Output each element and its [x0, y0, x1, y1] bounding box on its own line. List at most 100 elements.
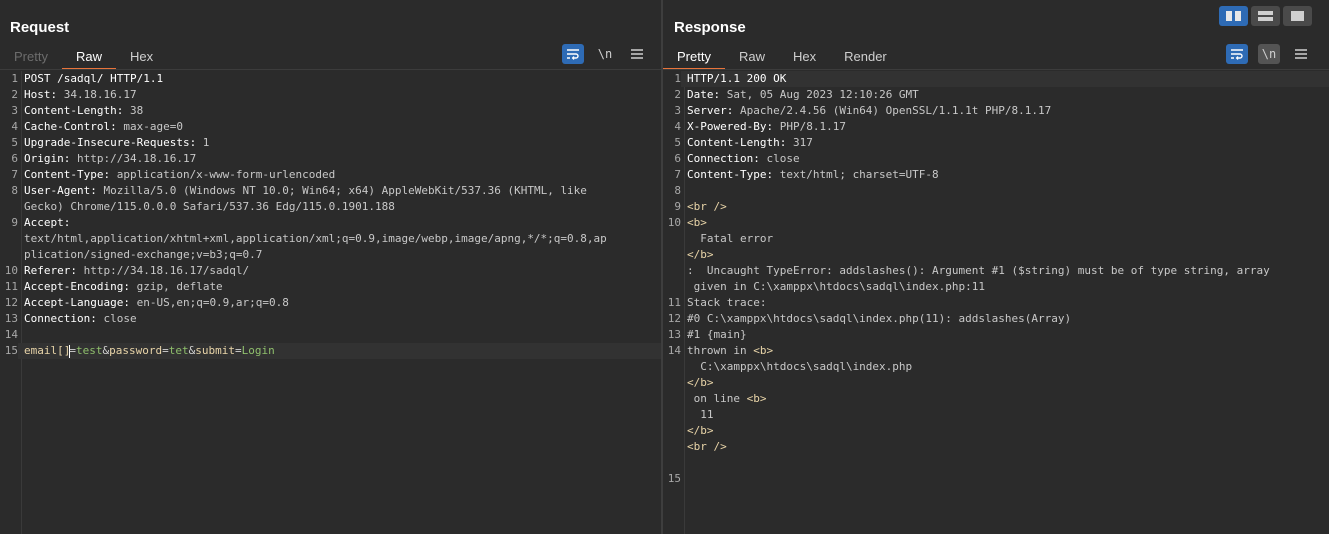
- line-text: : Uncaught TypeError: addslashes(): Argu…: [681, 263, 1329, 279]
- token: User-Agent:: [24, 184, 97, 197]
- token: given in C:\xamppx\htdocs\sadql\index.ph…: [687, 280, 986, 293]
- response-tabs: Pretty Raw Hex Render: [663, 44, 901, 70]
- line-text: Cache-Control: max-age=0: [18, 119, 661, 135]
- response-tab-divider: [663, 69, 1329, 70]
- line-text: HTTP/1.1 200 OK: [681, 71, 1329, 87]
- request-tab-hex[interactable]: Hex: [116, 44, 167, 70]
- wrap-lines-icon: [567, 49, 579, 60]
- code-line: 4 Cache-Control: max-age=0: [0, 119, 661, 135]
- line-number: [663, 231, 681, 247]
- response-tab-raw[interactable]: Raw: [725, 44, 779, 70]
- line-text: <br />: [681, 439, 1329, 455]
- line-text: on line <b>: [681, 391, 1329, 407]
- response-tab-render[interactable]: Render: [830, 44, 901, 70]
- line-text: Accept-Language: en-US,en;q=0.9,ar;q=0.8: [18, 295, 661, 311]
- code-line: 8: [663, 183, 1329, 199]
- token: close: [759, 152, 800, 165]
- line-text: X-Powered-By: PHP/8.1.17: [681, 119, 1329, 135]
- line-text: Upgrade-Insecure-Requests: 1: [18, 135, 661, 151]
- line-number: [0, 231, 18, 247]
- token: Upgrade-Insecure-Requests:: [24, 136, 197, 149]
- token: Apache/2.4.56 (Win64) OpenSSL/1.1.1t PHP…: [733, 104, 1052, 117]
- code-line: 10 <b>: [663, 215, 1329, 231]
- line-number: 1: [11, 72, 18, 85]
- request-menu-button[interactable]: [626, 44, 648, 64]
- response-editor[interactable]: 1 HTTP/1.1 200 OK 2 Date: Sat, 05 Aug 2023 …: [663, 71, 1329, 534]
- response-tab-hex[interactable]: Hex: [779, 44, 830, 70]
- line-text: plication/signed-exchange;v=b3;q=0.7: [18, 247, 661, 263]
- line-text: <br />: [681, 199, 1329, 215]
- request-tab-raw[interactable]: Raw: [61, 44, 116, 70]
- token: Content-Length:: [687, 136, 787, 149]
- token: Accept-Language:: [24, 296, 130, 309]
- code-line: 4 X-Powered-By: PHP/8.1.17: [663, 119, 1329, 135]
- line-number: 12: [4, 296, 18, 309]
- token: email[]: [24, 344, 71, 357]
- token: close: [96, 312, 137, 325]
- line-number: [663, 439, 681, 455]
- token: C:\xamppx\htdocs\sadql\index.php: [687, 360, 913, 373]
- layout-single-button[interactable]: [1283, 6, 1312, 26]
- line-number: 5: [674, 136, 681, 149]
- line-number: 12: [667, 312, 681, 325]
- token: </b>: [687, 248, 714, 261]
- token: Fatal error: [687, 232, 774, 245]
- token: Content-Type:: [24, 168, 111, 181]
- token: Server:: [687, 104, 734, 117]
- code-line: 3 Content-Length: 38: [0, 103, 661, 119]
- request-newline-button[interactable]: \n: [594, 44, 616, 64]
- response-wrap-lines-button[interactable]: [1226, 44, 1248, 64]
- token: http://34.18.16.17/sadql/: [76, 264, 250, 277]
- token: text/html,application/xhtml+xml,applicat…: [24, 232, 607, 245]
- line-number: [0, 247, 18, 263]
- menu-icon: [1295, 49, 1307, 59]
- line-text: Connection: close: [681, 151, 1329, 167]
- menu-icon: [631, 49, 643, 59]
- request-lines: 1 POST /sadql/ HTTP/1.1 2 Host: 34.18.16.17…: [0, 71, 661, 359]
- line-number: 6: [674, 152, 681, 165]
- request-wrap-lines-button[interactable]: [562, 44, 584, 64]
- code-line: 12 #0 C:\xamppx\htdocs\sadql\index.php(11…: [663, 311, 1329, 327]
- line-text: [681, 183, 1329, 199]
- line-number: 6: [11, 152, 18, 165]
- code-line: [663, 455, 1329, 471]
- request-editor[interactable]: 1 POST /sadql/ HTTP/1.1 2 Host: 34.18.16.17…: [0, 71, 661, 534]
- token: Origin:: [24, 152, 71, 165]
- line-text: [681, 471, 1329, 487]
- single-pane-icon: [1291, 11, 1304, 21]
- line-text: Server: Apache/2.4.56 (Win64) OpenSSL/1.…: [681, 103, 1329, 119]
- request-tabs: Pretty Raw Hex: [0, 44, 167, 70]
- line-number: 1: [674, 72, 681, 85]
- code-line: 7 Content-Type: application/x-www-form-ur…: [0, 167, 661, 183]
- code-line: 3 Server: Apache/2.4.56 (Win64) OpenSSL/1…: [663, 103, 1329, 119]
- response-newline-button[interactable]: \n: [1258, 44, 1280, 64]
- token: gzip, deflate: [129, 280, 223, 293]
- code-line: Fatal error: [663, 231, 1329, 247]
- line-number: 13: [4, 312, 18, 325]
- code-line: <br />: [663, 439, 1329, 455]
- code-line: </b>: [663, 375, 1329, 391]
- token: POST /sadql/ HTTP/1.1: [24, 72, 164, 85]
- response-pane: Response Pretty Raw Hex Render \n 1 HTTP/1.1…: [663, 0, 1329, 534]
- line-number: 8: [11, 184, 18, 197]
- line-text: Content-Type: application/x-www-form-url…: [18, 167, 661, 183]
- token: 11: [687, 408, 714, 421]
- line-text: C:\xamppx\htdocs\sadql\index.php: [681, 359, 1329, 375]
- code-line: 1 POST /sadql/ HTTP/1.1: [0, 71, 661, 87]
- code-line: 15: [663, 471, 1329, 487]
- response-tab-pretty[interactable]: Pretty: [663, 44, 725, 70]
- line-number: 10: [667, 216, 681, 229]
- layout-side-by-side-button[interactable]: [1219, 6, 1248, 26]
- code-line: 11 Stack trace:: [663, 295, 1329, 311]
- token: Cache-Control:: [24, 120, 117, 133]
- token: =: [234, 344, 242, 357]
- token: en-US,en;q=0.9,ar;q=0.8: [129, 296, 289, 309]
- layout-stacked-button[interactable]: [1251, 6, 1280, 26]
- line-number: 10: [4, 264, 18, 277]
- token: </b>: [687, 376, 714, 389]
- response-menu-button[interactable]: [1290, 44, 1312, 64]
- code-line: Gecko) Chrome/115.0.0.0 Safari/537.36 Ed…: [0, 199, 661, 215]
- token: X-Powered-By:: [687, 120, 774, 133]
- line-text: text/html,application/xhtml+xml,applicat…: [18, 231, 661, 247]
- code-line: 8 User-Agent: Mozilla/5.0 (Windows NT 10.…: [0, 183, 661, 199]
